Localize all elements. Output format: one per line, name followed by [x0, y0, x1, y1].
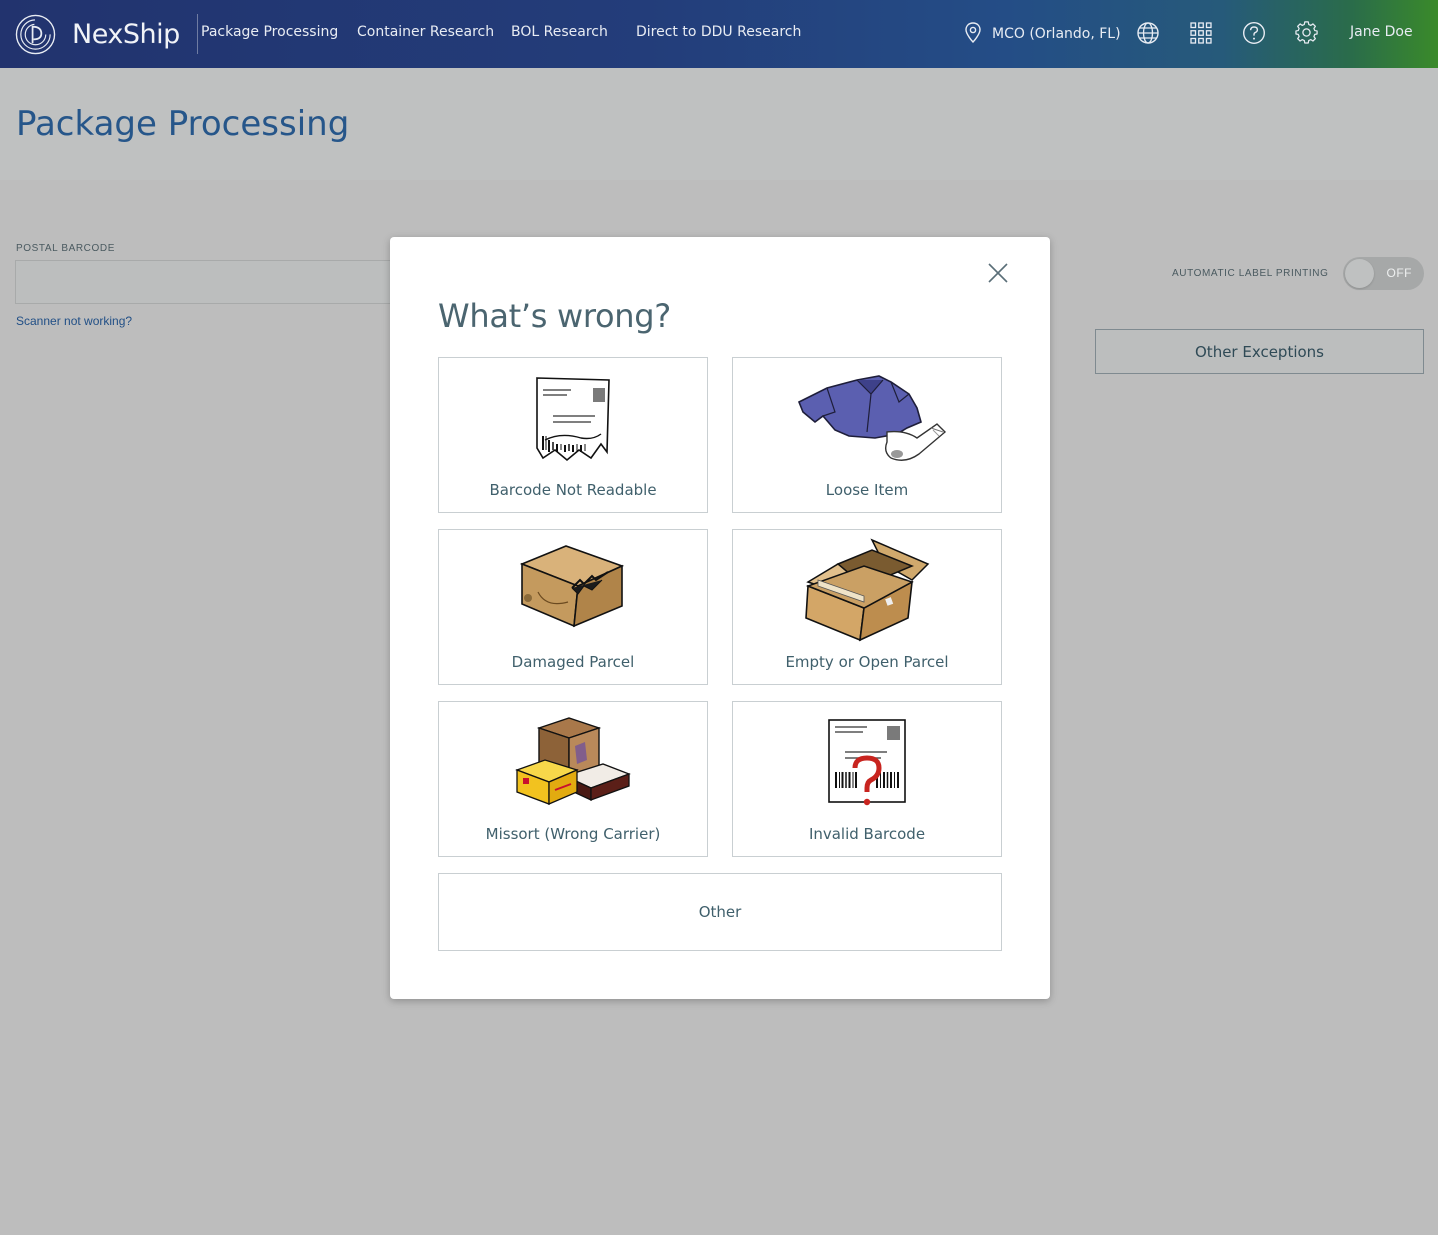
option-missort-wrong-carrier[interactable]: Missort (Wrong Carrier) [438, 701, 708, 857]
option-damaged-parcel[interactable]: Damaged Parcel [438, 529, 708, 685]
option-empty-or-open-parcel[interactable]: Empty or Open Parcel [732, 529, 1002, 685]
globe-icon [1137, 22, 1159, 44]
user-menu[interactable]: Jane Doe [1350, 24, 1413, 40]
nav-package-processing[interactable]: Package Processing [201, 24, 338, 40]
app-grid-icon [1190, 22, 1212, 44]
brand[interactable]: NexShip [0, 0, 198, 68]
option-barcode-not-readable[interactable]: Barcode Not Readable [438, 357, 708, 513]
whats-wrong-dialog: What’s wrong? Barcode Not Readable Loose… [390, 237, 1050, 999]
other-exceptions-button[interactable]: Other Exceptions [1095, 329, 1424, 374]
location-selector[interactable]: MCO (Orlando, FL) [963, 21, 1121, 45]
postal-barcode-label: POSTAL BARCODE [16, 243, 115, 254]
open-box-icon [805, 538, 930, 642]
option-label: Barcode Not Readable [489, 481, 657, 499]
loose-clothing-icon [797, 375, 947, 461]
nav-bol-research[interactable]: BOL Research [511, 24, 608, 40]
torn-label-icon [536, 377, 610, 462]
location-pin-icon [965, 22, 981, 44]
settings-button[interactable] [1293, 19, 1321, 47]
settings-gear-icon [1295, 21, 1318, 44]
nexship-logo-icon [15, 14, 56, 54]
barcode-question-icon [828, 719, 906, 806]
page-title: Package Processing [16, 104, 350, 144]
language-button[interactable] [1134, 19, 1162, 47]
option-label: Loose Item [825, 481, 909, 499]
help-icon [1242, 21, 1266, 45]
toggle-knob [1345, 259, 1374, 288]
option-other[interactable]: Other [438, 873, 1002, 951]
option-label: Invalid Barcode [808, 825, 926, 843]
page-header: Package Processing [0, 68, 1438, 180]
option-loose-item[interactable]: Loose Item [732, 357, 1002, 513]
toggle-state: OFF [1386, 266, 1412, 280]
nav-container-research[interactable]: Container Research [357, 24, 494, 40]
nav-direct-to-ddu-research[interactable]: Direct to DDU Research [636, 24, 801, 40]
close-icon [988, 263, 1008, 283]
close-dialog-button[interactable] [988, 263, 1008, 283]
help-button[interactable] [1240, 19, 1268, 47]
dialog-title: What’s wrong? [438, 297, 671, 335]
apps-button[interactable] [1187, 19, 1215, 47]
postal-barcode-input[interactable] [15, 260, 395, 304]
scanner-not-working-link[interactable]: Scanner not working? [16, 314, 132, 328]
automatic-label-printing-label: AUTOMATIC LABEL PRINTING [1172, 268, 1329, 279]
stacked-boxes-icon [515, 717, 631, 805]
option-label: Empty or Open Parcel [785, 653, 949, 671]
brand-name: NexShip [72, 18, 180, 50]
option-invalid-barcode[interactable]: Invalid Barcode [732, 701, 1002, 857]
brand-divider [196, 14, 198, 54]
option-label: Damaged Parcel [511, 653, 635, 671]
option-label: Missort (Wrong Carrier) [485, 825, 661, 843]
location-label: MCO (Orlando, FL) [992, 25, 1121, 42]
automatic-label-printing-toggle[interactable]: OFF [1343, 257, 1424, 290]
top-navigation-bar: NexShip Package Processing Container Res… [0, 0, 1438, 68]
damaged-box-icon [519, 545, 625, 628]
